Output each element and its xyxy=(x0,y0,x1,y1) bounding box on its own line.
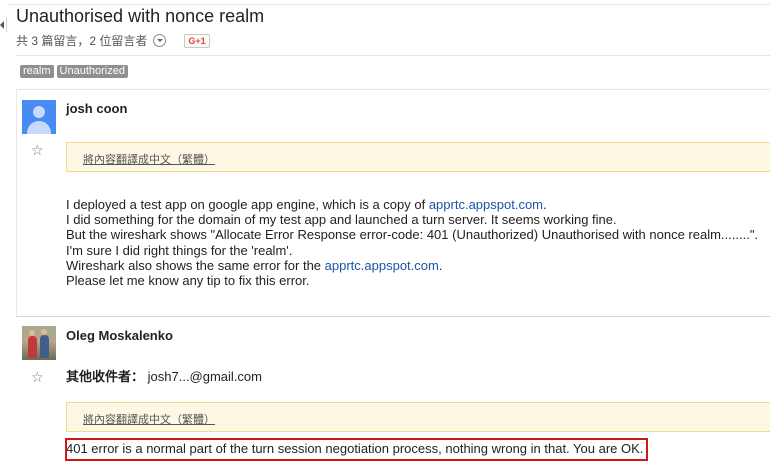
top-divider xyxy=(8,4,770,5)
star-icon[interactable]: ☆ xyxy=(31,143,44,157)
photo-figure xyxy=(29,330,35,336)
body-line: Please let me know any tip to fix this e… xyxy=(66,273,310,289)
recipients-line: 其他收件者： josh7...@gmail.com xyxy=(66,369,262,384)
message-separator xyxy=(16,316,770,317)
apprtc-link[interactable]: apprtc.appspot.com xyxy=(429,197,543,212)
post-count-text: 共 3 篇留言，2 位留言者 xyxy=(16,34,148,48)
thread-title: Unauthorised with nonce realm xyxy=(16,6,265,26)
photo-figure xyxy=(28,336,37,358)
divider xyxy=(16,89,770,90)
translate-link[interactable]: 將內容翻譯成中文（繁體） xyxy=(83,411,215,427)
photo-figure xyxy=(41,329,47,335)
body-line: But the wireshark shows "Allocate Error … xyxy=(66,227,759,243)
message-body: I deployed a test app on google app engi… xyxy=(66,197,758,288)
photo-figure xyxy=(40,335,49,358)
tag-list: realm Unauthorized xyxy=(20,65,128,78)
translate-banner: 將內容翻譯成中文（繁體） xyxy=(66,142,770,172)
collapse-arrow-icon[interactable] xyxy=(0,18,7,32)
person-body-shape xyxy=(27,121,51,134)
person-head-shape xyxy=(33,106,45,118)
message-left-border xyxy=(16,90,17,316)
body-line: I did something for the domain of my tes… xyxy=(66,212,617,228)
avatar[interactable] xyxy=(22,100,56,134)
highlight-box xyxy=(65,438,648,461)
tag-unauthorized[interactable]: Unauthorized xyxy=(56,65,128,78)
tag-realm[interactable]: realm xyxy=(20,65,54,78)
thread-meta: 共 3 篇留言，2 位留言者 G+1 xyxy=(16,32,210,49)
avatar[interactable] xyxy=(22,326,56,360)
recipient-label: 其他收件者： xyxy=(66,369,145,384)
body-line: I'm sure I did right things for the 'rea… xyxy=(66,242,293,258)
author-name[interactable]: Oleg Moskalenko xyxy=(66,328,173,343)
chevron-down-icon[interactable] xyxy=(153,34,167,47)
apprtc-link[interactable]: apprtc.appspot.com xyxy=(325,258,439,273)
translate-link[interactable]: 將內容翻譯成中文（繁體） xyxy=(83,151,215,167)
star-icon[interactable]: ☆ xyxy=(31,370,44,384)
recipient-value: josh7...@gmail.com xyxy=(147,369,262,384)
gplus-button[interactable]: G+1 xyxy=(184,33,210,48)
author-name[interactable]: josh coon xyxy=(66,101,127,116)
thread-view: Unauthorised with nonce realm 共 3 篇留言，2 … xyxy=(0,0,770,463)
divider xyxy=(16,55,770,56)
translate-banner: 將內容翻譯成中文（繁體） xyxy=(66,402,770,432)
body-line: I deployed a test app on google app engi… xyxy=(66,197,547,212)
body-line: Wireshark also shows the same error for … xyxy=(66,257,443,273)
